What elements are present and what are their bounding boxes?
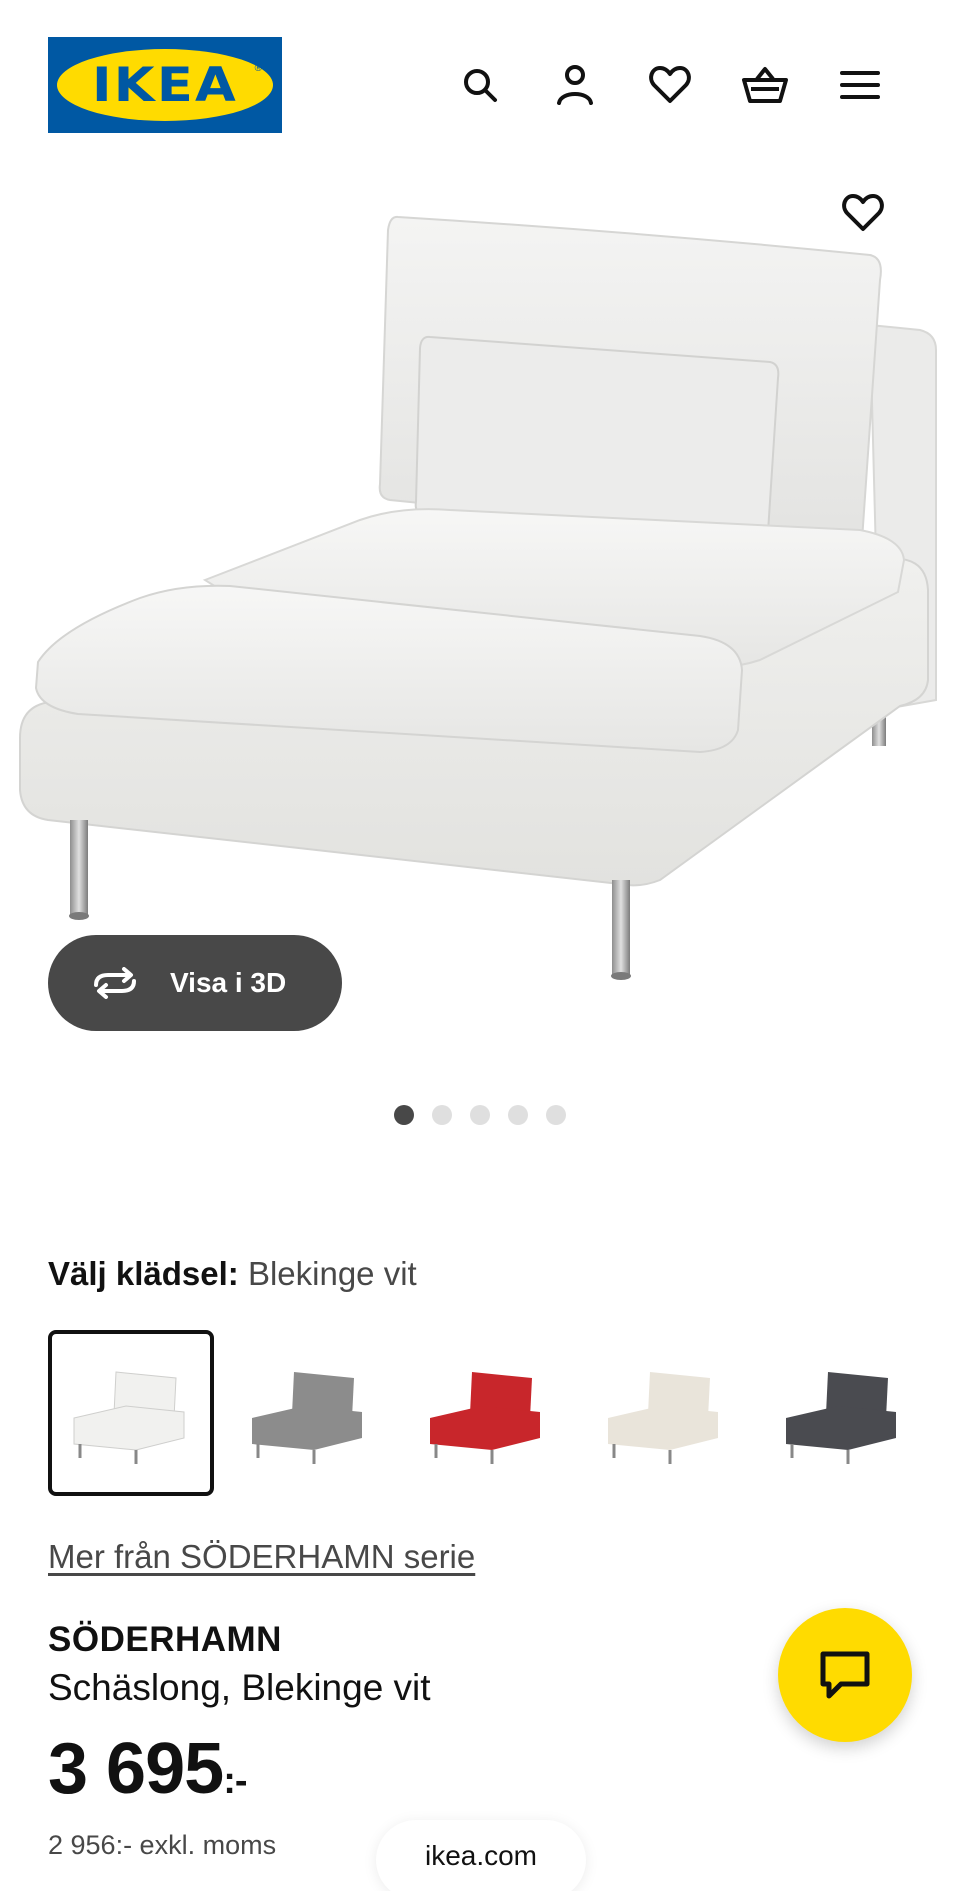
carousel-dot[interactable] [546, 1105, 566, 1125]
rotate-3d-icon [94, 967, 136, 999]
price-excl-vat: 2 956:- exkl. moms [48, 1830, 277, 1860]
image-carousel-dots [0, 1105, 960, 1129]
browser-url-pill[interactable]: ikea.com [376, 1820, 586, 1891]
swatch-beige[interactable] [582, 1330, 748, 1496]
carousel-dot[interactable] [508, 1105, 528, 1125]
price-suffix: :- [223, 1760, 247, 1802]
carousel-dot[interactable] [432, 1105, 452, 1125]
product-image[interactable] [0, 150, 960, 1030]
chat-icon [820, 1651, 870, 1699]
series-link[interactable]: Mer från SÖDERHAMN serie [48, 1538, 475, 1576]
view-in-3d-button[interactable]: Visa i 3D [48, 935, 342, 1031]
carousel-dot[interactable] [470, 1105, 490, 1125]
cover-swatch-list [48, 1330, 960, 1496]
price-value: 3 695 [48, 1729, 224, 1809]
cover-label: Välj klädsel: [48, 1255, 239, 1292]
search-icon[interactable] [455, 60, 505, 110]
cover-selection-label: Välj klädsel: Blekinge vit [48, 1255, 417, 1293]
product-name: SÖDERHAMN [48, 1620, 282, 1659]
account-icon[interactable] [550, 60, 600, 110]
heart-icon[interactable] [645, 60, 695, 110]
save-to-favourites-icon[interactable] [838, 188, 888, 238]
product-description: Schäslong, Blekinge vit [48, 1667, 431, 1708]
swatch-grey[interactable] [226, 1330, 392, 1496]
site-header: IKEA ® [0, 0, 960, 150]
swatch-red[interactable] [404, 1330, 570, 1496]
logo-text: IKEA [91, 57, 239, 113]
carousel-dot[interactable] [394, 1105, 414, 1125]
swatch-dark-grey[interactable] [760, 1330, 926, 1496]
chat-button[interactable] [778, 1608, 912, 1742]
swatch-blekinge-white[interactable] [48, 1330, 214, 1496]
ikea-logo[interactable]: IKEA ® [48, 37, 282, 133]
swatch-teal-partial[interactable] [938, 1330, 960, 1496]
cover-selected-value: Blekinge vit [247, 1255, 417, 1292]
url-text: ikea.com [424, 1840, 538, 1871]
menu-icon[interactable] [835, 60, 885, 110]
logo-registered-mark: ® [254, 63, 262, 74]
basket-icon[interactable] [740, 60, 790, 110]
view-in-3d-label: Visa i 3D [170, 967, 287, 998]
product-price: 3 695:- [48, 1728, 248, 1810]
